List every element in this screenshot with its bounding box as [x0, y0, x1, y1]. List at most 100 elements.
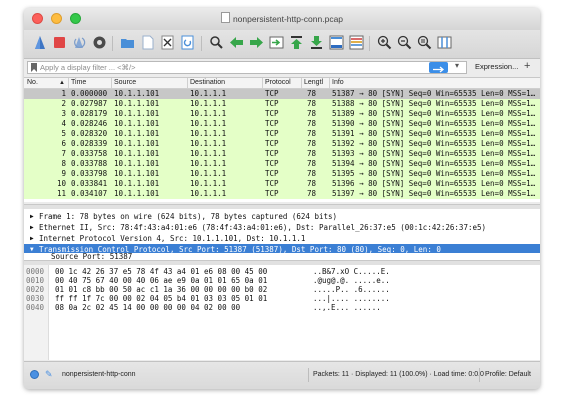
- column-length[interactable]: Lengtl: [304, 79, 323, 86]
- table-row[interactable]: 1 0.000000 10.1.1.101 10.1.1.1 TCP 78 51387 → …: [24, 89, 540, 99]
- cell-no: 2: [61, 99, 66, 108]
- status-bar: ✎ nonpersistent-http-conn Packets: 11 · …: [24, 361, 540, 389]
- cell-dst: 10.1.1.1: [190, 139, 227, 148]
- cell-info: 51392 → 80 [SYN] Seq=0 Win=65535 Len=0 M…: [332, 139, 536, 148]
- cell-src: 10.1.1.101: [114, 149, 160, 158]
- add-filter-button[interactable]: +: [524, 60, 530, 72]
- window-title-text: nonpersistent-http-conn.pcap: [232, 14, 344, 24]
- expand-triangle-icon[interactable]: ▶: [30, 211, 34, 222]
- hex-hex: 00 40 75 67 40 00 40 06 ae e9 0a 01 01 6…: [55, 276, 268, 285]
- cell-proto: TCP: [265, 179, 279, 188]
- resize-columns-icon[interactable]: [437, 35, 452, 50]
- expand-triangle-icon[interactable]: ▶: [30, 222, 34, 233]
- detail-row-ip[interactable]: ▶ Internet Protocol Version 4, Src: 10.1.…: [24, 233, 540, 244]
- open-file-icon[interactable]: [120, 35, 135, 50]
- column-protocol[interactable]: Protocol: [265, 79, 291, 86]
- cell-time: 0.033758: [71, 149, 108, 158]
- hex-ascii: .....P.. .6......: [313, 285, 390, 294]
- autoscroll-icon[interactable]: [329, 35, 344, 50]
- filter-placeholder: Apply a display filter ... <⌘/>: [40, 63, 136, 72]
- zoom-out-icon[interactable]: [397, 35, 412, 50]
- go-first-icon[interactable]: [289, 35, 304, 50]
- detail-text: Ethernet II, Src: 78:4f:43:a4:01:e6 (78:…: [39, 223, 487, 232]
- capture-options-icon[interactable]: [92, 35, 107, 50]
- status-file: nonpersistent-http-conn: [62, 371, 136, 378]
- cell-dst: 10.1.1.1: [190, 179, 227, 188]
- table-row[interactable]: 2 0.027987 10.1.1.101 10.1.1.1 TCP 78 51388 → …: [24, 99, 540, 109]
- restart-capture-icon[interactable]: [72, 35, 87, 50]
- cell-info: 51389 → 80 [SYN] Seq=0 Win=65535 Len=0 M…: [332, 109, 536, 118]
- cell-len: 78: [307, 149, 317, 158]
- go-back-icon[interactable]: [229, 35, 244, 50]
- hex-row[interactable]: 0000 00 1c 42 26 37 e5 78 4f 43 a4 01 e6 …: [24, 267, 540, 276]
- stop-capture-icon[interactable]: [52, 35, 67, 50]
- sort-ascending-icon: ▲: [59, 80, 65, 86]
- cell-no: 7: [61, 149, 66, 158]
- filter-dropdown-icon[interactable]: ▾: [455, 61, 459, 70]
- hex-off: 0020: [26, 285, 45, 294]
- table-row[interactable]: 10 0.033841 10.1.1.101 10.1.1.1 TCP 78 51396 →…: [24, 179, 540, 189]
- table-row[interactable]: 5 0.028320 10.1.1.101 10.1.1.1 TCP 78 51391 → …: [24, 129, 540, 139]
- detail-row-ethernet[interactable]: ▶ Ethernet II, Src: 78:4f:43:a4:01:e6 (78…: [24, 222, 540, 233]
- column-source[interactable]: Source: [114, 79, 136, 86]
- detail-row-frame[interactable]: ▶ Frame 1: 78 bytes on wire (624 bits), 7…: [24, 211, 540, 222]
- hex-hex: 01 01 c8 bb 00 50 ac c1 1a 36 00 00 00 0…: [55, 285, 268, 294]
- go-last-icon[interactable]: [309, 35, 324, 50]
- hex-hex: ff ff 1f 7c 00 00 02 04 05 b4 01 03 03 0…: [55, 294, 268, 303]
- main-toolbar: [24, 30, 540, 59]
- cell-src: 10.1.1.101: [114, 109, 160, 118]
- cell-len: 78: [307, 109, 317, 118]
- comment-icon[interactable]: ✎: [45, 369, 53, 380]
- column-destination[interactable]: Destination: [190, 79, 225, 86]
- cell-len: 78: [307, 139, 317, 148]
- table-row[interactable]: 3 0.028179 10.1.1.101 10.1.1.1 TCP 78 51389 → …: [24, 109, 540, 119]
- cell-info: 51394 → 80 [SYN] Seq=0 Win=65535 Len=0 M…: [332, 159, 536, 168]
- go-forward-icon[interactable]: [249, 35, 264, 50]
- display-filter-bar: Apply a display filter ... <⌘/> ▾ Expres…: [24, 59, 540, 78]
- find-packet-icon[interactable]: [209, 35, 224, 50]
- cell-no: 5: [61, 129, 66, 138]
- hex-hex: 00 1c 42 26 37 e5 78 4f 43 a4 01 e6 08 0…: [55, 267, 268, 276]
- hex-row[interactable]: 0010 00 40 75 67 40 00 40 06 ae e9 0a 01 …: [24, 276, 540, 285]
- colorize-icon[interactable]: [349, 35, 364, 50]
- apply-filter-arrow-icon[interactable]: [429, 62, 448, 73]
- table-row[interactable]: 8 0.033788 10.1.1.101 10.1.1.1 TCP 78 51394 → …: [24, 159, 540, 169]
- expert-info-icon[interactable]: [30, 370, 39, 379]
- bookmark-icon[interactable]: [30, 63, 38, 72]
- cell-time: 0.034107: [71, 189, 108, 198]
- cell-len: 78: [307, 159, 317, 168]
- cell-proto: TCP: [265, 129, 279, 138]
- packet-bytes[interactable]: 0000 00 1c 42 26 37 e5 78 4f 43 a4 01 e6 …: [24, 265, 540, 360]
- display-filter-input[interactable]: Apply a display filter ... <⌘/>: [27, 61, 467, 74]
- column-time[interactable]: Time: [71, 79, 86, 86]
- cell-len: 78: [307, 189, 317, 198]
- column-info[interactable]: Info: [332, 79, 344, 86]
- column-no[interactable]: No.: [27, 79, 38, 86]
- close-file-icon[interactable]: [160, 35, 175, 50]
- cell-dst: 10.1.1.1: [190, 99, 227, 108]
- status-profile[interactable]: Profile: Default: [485, 371, 531, 378]
- zoom-in-icon[interactable]: [377, 35, 392, 50]
- reload-file-icon[interactable]: [180, 35, 195, 50]
- cell-info: 51391 → 80 [SYN] Seq=0 Win=65535 Len=0 M…: [332, 129, 536, 138]
- table-row[interactable]: 7 0.033758 10.1.1.101 10.1.1.1 TCP 78 51393 → …: [24, 149, 540, 159]
- hex-row[interactable]: 0040 08 0a 2c 02 45 14 00 00 00 00 04 02 …: [24, 303, 540, 312]
- cell-no: 9: [61, 169, 66, 178]
- table-row[interactable]: 4 0.028246 10.1.1.101 10.1.1.1 TCP 78 51390 → …: [24, 119, 540, 129]
- save-file-icon[interactable]: [140, 35, 155, 50]
- zoom-normal-icon[interactable]: [417, 35, 432, 50]
- table-row[interactable]: 6 0.028339 10.1.1.101 10.1.1.1 TCP 78 51392 → …: [24, 139, 540, 149]
- hex-row[interactable]: 0020 01 01 c8 bb 00 50 ac c1 1a 36 00 00 …: [24, 285, 540, 294]
- table-row[interactable]: 11 0.034107 10.1.1.101 10.1.1.1 TCP 78 51397 →…: [24, 189, 540, 199]
- go-to-packet-icon[interactable]: [269, 35, 284, 50]
- hex-ascii: ..B&7.xO C.....E.: [313, 267, 390, 276]
- expression-button[interactable]: Expression...: [475, 62, 518, 71]
- expand-triangle-icon[interactable]: ▶: [30, 233, 34, 244]
- cell-len: 78: [307, 179, 317, 188]
- cell-proto: TCP: [265, 139, 279, 148]
- start-capture-icon[interactable]: [32, 35, 47, 50]
- hex-row[interactable]: 0030 ff ff 1f 7c 00 00 02 04 05 b4 01 03 …: [24, 294, 540, 303]
- packet-list[interactable]: No. ▲ Time Source Destination Protocol L…: [24, 78, 540, 202]
- cell-proto: TCP: [265, 89, 279, 98]
- table-row[interactable]: 9 0.033798 10.1.1.101 10.1.1.1 TCP 78 51395 → …: [24, 169, 540, 179]
